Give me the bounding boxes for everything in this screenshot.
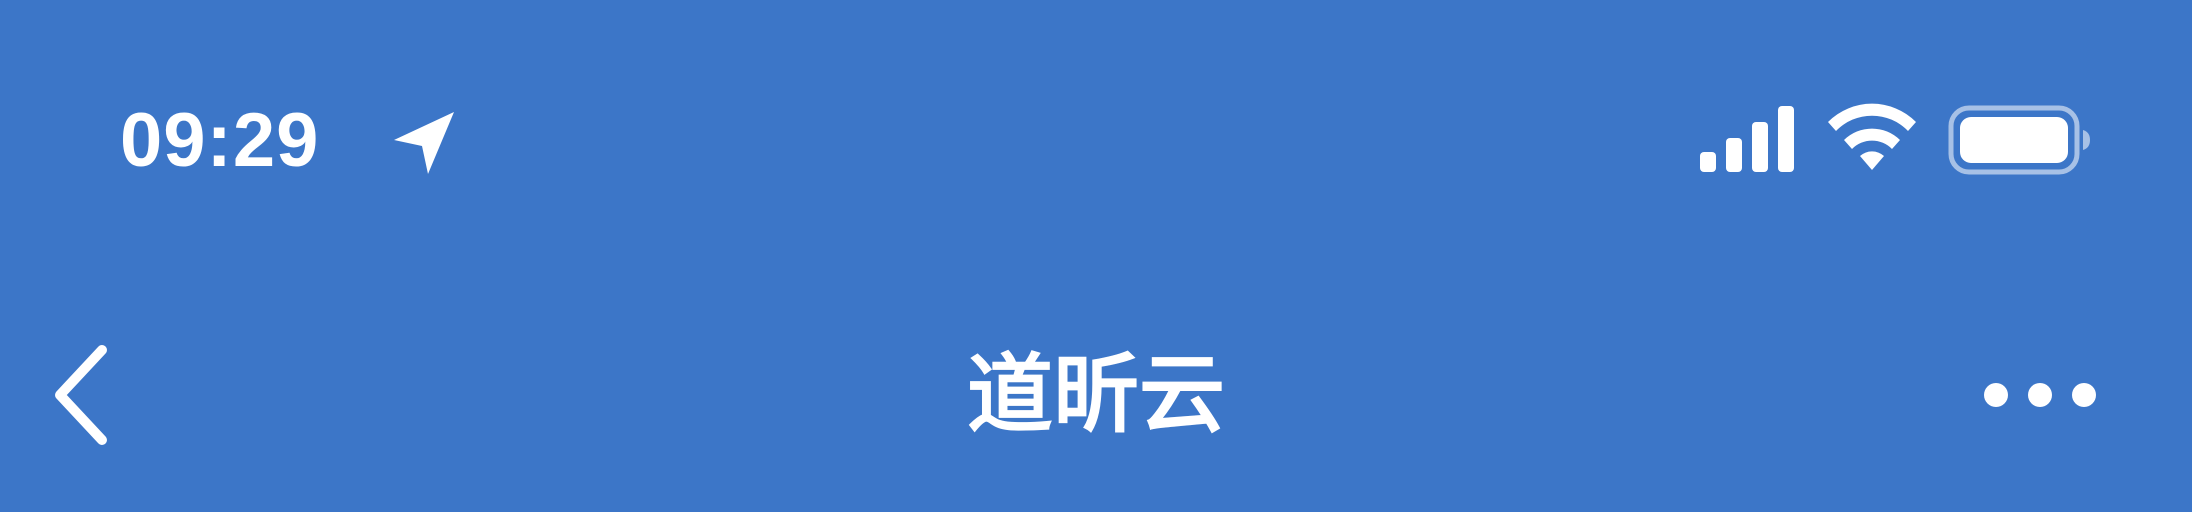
status-time: 09:29 xyxy=(120,98,320,183)
cellular-signal-icon xyxy=(1700,106,1794,172)
app-screen: 09:29 道昕云 xyxy=(0,0,2192,512)
navigation-bar: 道昕云 xyxy=(0,300,2192,480)
more-horizontal-icon xyxy=(1984,383,2096,407)
battery-icon xyxy=(1948,105,2090,175)
status-bar: 09:29 xyxy=(0,0,2192,210)
page-title: 道昕云 xyxy=(967,345,1225,445)
location-arrow-icon xyxy=(394,112,454,174)
wifi-icon xyxy=(1828,103,1916,170)
more-button[interactable] xyxy=(1970,360,2110,430)
